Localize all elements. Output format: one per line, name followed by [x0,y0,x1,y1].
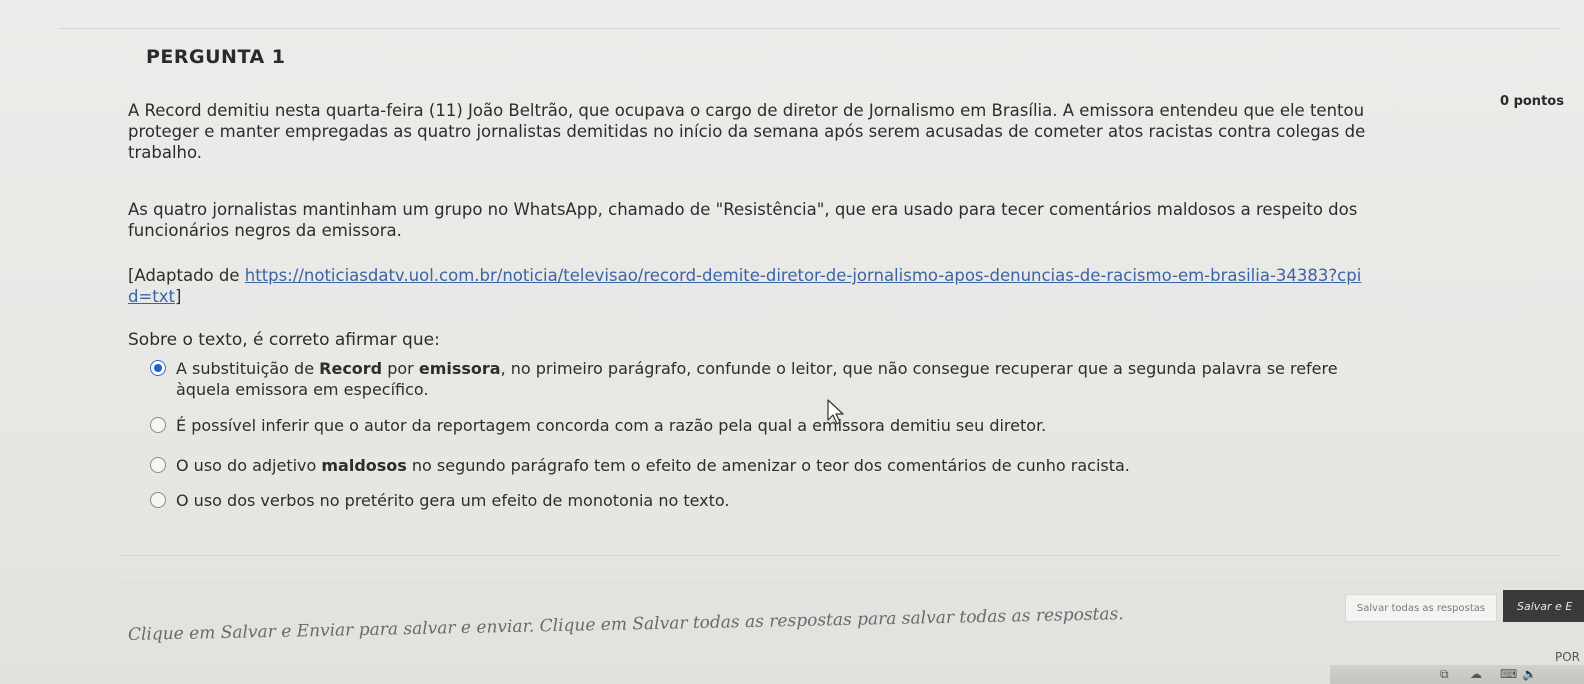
os-taskbar [1330,665,1584,684]
question-paragraph-2: As quatro jornalistas mantinham um grupo… [128,200,1358,240]
answer-option-1[interactable]: A substituição de Record por emissora, n… [150,358,1370,400]
question-points: 0 pontos [1500,94,1564,109]
answer-option-4-text: O uso dos verbos no pretérito gera um ef… [176,491,730,510]
question-paragraph-1: A Record demitiu nesta quarta-feira (11)… [128,101,1366,162]
radio-empty-icon[interactable] [150,417,166,433]
answer-option-3-text: O uso do adjetivo maldosos no segundo pa… [176,456,1130,475]
answer-option-2-text: É possível inferir que o autor da report… [176,416,1047,435]
tray-app-icon[interactable]: ⧉ [1440,667,1449,682]
source-suffix: ] [175,287,182,306]
tray-language-indicator[interactable]: POR [1555,650,1580,664]
tray-volume-icon[interactable]: 🔈 [1522,667,1537,681]
section-divider [120,582,1560,583]
source-citation: [Adaptado de https://noticiasdatv.uol.co… [128,265,1368,307]
save-all-answers-button[interactable]: Salvar todas as respostas [1345,594,1497,622]
save-and-submit-button[interactable]: Salvar e E [1503,590,1584,622]
mouse-cursor-icon [827,399,844,425]
answer-option-2[interactable]: É possível inferir que o autor da report… [150,415,1046,436]
answer-option-1-text: A substituição de Record por emissora, n… [176,359,1338,399]
question-prompt: Sobre o texto, é correto afirmar que: [128,330,440,350]
answer-option-4[interactable]: O uso dos verbos no pretérito gera um ef… [150,490,730,511]
radio-empty-icon[interactable] [150,457,166,473]
question-title: PERGUNTA 1 [146,46,286,68]
assessment-page: PERGUNTA 1 0 pontos A Record demitiu nes… [0,0,1584,684]
source-prefix: [Adaptado de [128,266,245,285]
radio-selected-icon[interactable] [150,360,166,376]
section-divider [120,555,1560,556]
source-link[interactable]: https://noticiasdatv.uol.com.br/noticia/… [128,266,1361,306]
top-divider [60,28,1560,29]
tray-keyboard-icon[interactable]: ⌨ [1500,667,1517,681]
tray-cloud-icon[interactable]: ☁ [1470,667,1482,681]
answer-option-3[interactable]: O uso do adjetivo maldosos no segundo pa… [150,455,1130,476]
footer-instructions: Clique em Salvar e Enviar para salvar e … [127,604,1124,645]
radio-empty-icon[interactable] [150,492,166,508]
